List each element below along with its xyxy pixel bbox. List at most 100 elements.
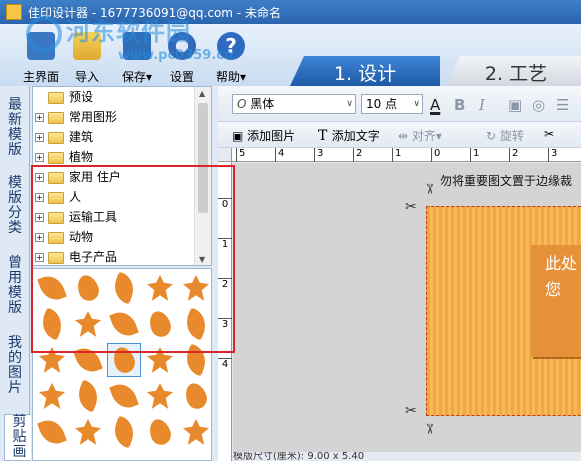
expand-icon[interactable]: +	[35, 173, 44, 182]
layer-icon[interactable]: ▣	[508, 96, 522, 114]
scroll-thumb[interactable]	[198, 103, 208, 213]
rotate-button[interactable]: ↻ 旋转	[486, 127, 524, 144]
scroll-down-icon[interactable]: ▼	[199, 255, 205, 264]
expand-icon[interactable]: +	[35, 133, 44, 142]
clipart-item[interactable]	[107, 415, 141, 449]
clipart-item[interactable]	[143, 379, 177, 413]
gear-icon	[168, 32, 196, 60]
side-tab-my-images[interactable]: 我的图片	[5, 336, 25, 396]
clipart-item[interactable]	[143, 343, 177, 377]
clipart-item[interactable]	[107, 379, 141, 413]
clipart-item[interactable]	[35, 379, 69, 413]
edge-warning: 勿将重要图文置于边缘裁	[440, 174, 573, 188]
tree-item[interactable]: + 人	[35, 187, 81, 207]
scroll-up-icon[interactable]: ▲	[199, 89, 205, 98]
clipart-item[interactable]	[143, 415, 177, 449]
chevron-down-icon: ∨	[413, 99, 420, 109]
align-button[interactable]: ⇹ 对齐▾	[398, 127, 442, 144]
tree-item[interactable]: + 动物	[35, 227, 93, 247]
side-tab-clipart[interactable]: 剪贴画	[4, 414, 31, 461]
design-canvas[interactable]: 勿将重要图文置于边缘裁 ✂ ✂ ✂ ✂ 此处 您	[233, 163, 581, 461]
lock-icon[interactable]: ◎	[532, 96, 545, 114]
app-icon	[6, 4, 22, 20]
tree-item[interactable]: + 运输工具	[35, 207, 117, 227]
clipart-item[interactable]	[143, 271, 177, 305]
tree-item[interactable]: 预设	[35, 87, 93, 107]
card-design[interactable]: 此处 您	[426, 206, 581, 416]
help-button[interactable]: ? 帮助▾	[208, 32, 254, 86]
crop-mark-icon: ✂	[405, 199, 417, 215]
add-image-button[interactable]: ▣ 添加图片	[232, 127, 295, 144]
side-tab-categories[interactable]: 模版分类	[5, 176, 25, 236]
expand-icon[interactable]: +	[35, 233, 44, 242]
expand-icon[interactable]: +	[35, 253, 44, 262]
clipart-item[interactable]	[179, 271, 211, 305]
clipart-item[interactable]	[107, 271, 141, 305]
clipart-item[interactable]	[35, 415, 69, 449]
folder-icon	[48, 211, 64, 224]
font-name-select[interactable]: O 黑体 ∨	[232, 94, 356, 114]
ruler-label: 2	[218, 278, 232, 291]
expand-icon[interactable]: +	[35, 153, 44, 162]
font-color-icon[interactable]: A	[430, 96, 440, 114]
clipart-item[interactable]	[35, 271, 69, 305]
clipart-item[interactable]	[179, 343, 211, 377]
title-bar: 佳印设计器 - 1677736091@qq.com - 未命名	[0, 0, 581, 24]
side-tab-latest[interactable]: 最新模版	[5, 98, 25, 158]
tree-item[interactable]: + 家用 住户	[35, 167, 121, 187]
side-tabs: 最新模版 模版分类 曾用模版 我的图片 剪贴画	[0, 86, 31, 461]
save-button[interactable]: 保存▾	[114, 32, 160, 86]
clipart-item[interactable]	[35, 343, 69, 377]
tree-item[interactable]: + 植物	[35, 147, 93, 167]
settings-button[interactable]: 设置	[159, 32, 205, 86]
side-tab-used[interactable]: 曾用模版	[5, 256, 25, 316]
leaf-icon	[180, 307, 211, 341]
tree-item[interactable]: + 电子产品	[35, 247, 117, 265]
font-size-select[interactable]: 10 点 ∨	[361, 94, 423, 114]
expand-icon[interactable]: +	[35, 113, 44, 122]
expand-icon[interactable]: +	[35, 193, 44, 202]
leaf-icon	[108, 271, 140, 305]
ruler-label: 5	[236, 148, 245, 162]
clipart-item[interactable]	[35, 307, 69, 341]
scissors-icon[interactable]: ✂	[544, 127, 554, 141]
tree-scrollbar[interactable]: ▲ ▼	[194, 87, 211, 265]
clipart-item[interactable]	[71, 379, 105, 413]
clipart-item[interactable]	[71, 307, 105, 341]
folder-icon	[48, 251, 64, 264]
leaf-icon	[108, 415, 140, 449]
crop-mark-icon: ✂	[405, 403, 417, 419]
folder-icon	[48, 151, 64, 164]
ruler-label: 1	[392, 148, 401, 162]
bold-button[interactable]: B	[454, 96, 465, 114]
leaf-icon	[36, 307, 68, 341]
maple-leaf-icon	[147, 275, 173, 301]
home-button[interactable]: 主界面	[18, 32, 64, 86]
clipart-item[interactable]	[71, 343, 105, 377]
leaf-icon	[146, 308, 174, 340]
tab-design[interactable]: 1. 设计	[290, 56, 440, 86]
help-icon: ?	[217, 32, 245, 60]
home-icon	[27, 32, 55, 60]
add-text-button[interactable]: T 添加文字	[318, 127, 380, 144]
ruler-label: 2	[509, 148, 518, 162]
import-icon	[73, 32, 101, 60]
font-type-icon: O	[237, 97, 251, 111]
clipart-item-selected[interactable]	[107, 343, 141, 377]
clipart-item[interactable]	[71, 271, 105, 305]
clipart-item[interactable]	[179, 415, 211, 449]
tree-item[interactable]: + 常用图形	[35, 107, 117, 127]
italic-button[interactable]: I	[479, 96, 485, 114]
folder-icon	[48, 191, 64, 204]
import-button[interactable]: 导入	[64, 32, 110, 86]
clipart-item[interactable]	[179, 307, 211, 341]
clipart-item[interactable]	[179, 379, 211, 413]
clipart-item[interactable]	[71, 415, 105, 449]
expand-icon[interactable]: +	[35, 213, 44, 222]
tree-item[interactable]: + 建筑	[35, 127, 93, 147]
clipart-item[interactable]	[107, 307, 141, 341]
tab-craft[interactable]: 2. 工艺	[446, 56, 581, 86]
note-text[interactable]: 此处 您	[545, 251, 577, 303]
list-icon[interactable]: ☰	[556, 96, 569, 114]
clipart-item[interactable]	[143, 307, 177, 341]
